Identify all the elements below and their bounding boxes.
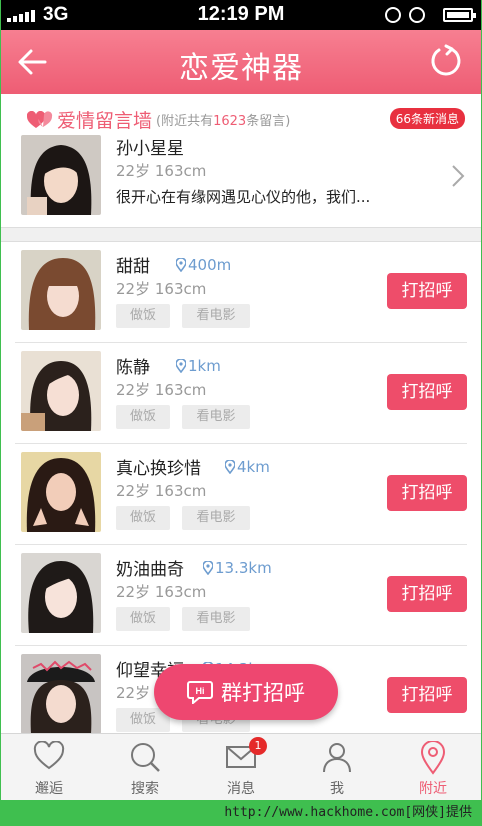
- message-count-badge: 1: [249, 737, 267, 755]
- avatar[interactable]: [21, 135, 101, 215]
- tab-me[interactable]: 我: [289, 734, 385, 800]
- list-item[interactable]: 奶油曲奇 13.3km 22岁 163cm 做饭 看电影 打招呼: [15, 545, 467, 646]
- heart-icon: [33, 741, 65, 770]
- distance: 4km: [225, 458, 270, 476]
- list-item[interactable]: 甜甜 400m 22岁 163cm 做饭 看电影 打招呼: [15, 242, 467, 343]
- new-messages-badge[interactable]: 66条新消息: [389, 108, 465, 129]
- message-count: 1623: [213, 114, 247, 129]
- avatar[interactable]: [21, 452, 101, 532]
- avatar[interactable]: [21, 250, 101, 330]
- interest-tag: 做饭: [116, 506, 170, 530]
- rotation-lock-icon: [409, 7, 425, 23]
- tab-label: 我: [330, 781, 344, 797]
- list-item[interactable]: 陈静 1km 22岁 163cm 做饭 看电影 打招呼: [15, 343, 467, 444]
- wall-user-meta: 22岁 163cm: [116, 162, 207, 180]
- person-icon: [323, 743, 351, 773]
- refresh-icon[interactable]: [429, 44, 463, 78]
- status-bar: 3G 12:19 PM: [1, 0, 481, 30]
- location-icon: [420, 741, 446, 775]
- avatar[interactable]: [21, 553, 101, 633]
- message-wall-note: (附近共有1623条留言): [156, 114, 291, 129]
- tab-label: 搜索: [131, 781, 159, 797]
- double-heart-icon: [27, 110, 53, 128]
- section-divider: [1, 228, 481, 242]
- chat-bubble-text: Hi: [196, 686, 205, 696]
- search-icon: [131, 743, 160, 772]
- battery-icon: [443, 8, 476, 22]
- location-pin-icon: [176, 359, 186, 373]
- greet-button[interactable]: 打招呼: [387, 273, 467, 309]
- interest-tag: 做饭: [116, 607, 170, 631]
- wall-user-name: 孙小星星: [116, 139, 184, 159]
- tab-messages[interactable]: 消息: [193, 734, 289, 800]
- greet-button[interactable]: 打招呼: [387, 677, 467, 713]
- list-item[interactable]: 真心换珍惜 4km 22岁 163cm 做饭 看电影 打招呼: [15, 444, 467, 545]
- tab-label: 邂逅: [35, 781, 63, 797]
- interest-tag: 看电影: [182, 405, 250, 429]
- tab-label: 附近: [419, 781, 447, 797]
- distance: 13.3km: [203, 559, 272, 577]
- person-name: 奶油曲奇: [116, 560, 184, 580]
- interest-tag: 看电影: [182, 304, 250, 328]
- app-screen: 3G 12:19 PM 恋爱神器 爱情留言墙 (附近共有1623条留言) 66条…: [1, 0, 481, 800]
- tab-search[interactable]: 搜索: [97, 734, 193, 800]
- message-wall-title: 爱情留言墙: [57, 110, 153, 132]
- tab-encounter[interactable]: 邂逅: [1, 734, 97, 800]
- group-greet-label: 群打招呼: [221, 681, 305, 705]
- group-greet-button[interactable]: Hi 群打招呼: [154, 664, 338, 720]
- person-meta: 22岁 163cm: [116, 482, 207, 500]
- interest-tag: 做饭: [116, 405, 170, 429]
- chevron-right-icon[interactable]: [451, 164, 465, 188]
- message-wall[interactable]: 爱情留言墙 (附近共有1623条留言) 66条新消息 孙小星星 22岁 163c…: [1, 94, 481, 228]
- avatar[interactable]: [21, 351, 101, 431]
- person-name: 甜甜: [116, 257, 150, 277]
- tab-label: 消息: [227, 781, 255, 797]
- person-meta: 22岁 163cm: [116, 381, 207, 399]
- watermark: http://www.hackhome.com[网侠]提供: [0, 800, 482, 826]
- location-pin-icon: [176, 258, 186, 272]
- chat-bubble-icon: Hi: [187, 681, 213, 704]
- person-name: 陈静: [116, 358, 150, 378]
- interest-tag: 做饭: [116, 304, 170, 328]
- greet-button[interactable]: 打招呼: [387, 576, 467, 612]
- distance: 400m: [176, 256, 231, 274]
- wall-user-message: 很开心在有缘网遇见心仪的他，我们...: [116, 188, 371, 206]
- interest-tag: 看电影: [182, 607, 250, 631]
- avatar[interactable]: [21, 654, 101, 734]
- title-bar: 恋爱神器: [1, 30, 481, 94]
- location-pin-icon: [225, 460, 235, 474]
- greet-button[interactable]: 打招呼: [387, 475, 467, 511]
- person-meta: 22岁 163cm: [116, 280, 207, 298]
- interest-tag: 看电影: [182, 506, 250, 530]
- message-wall-header: 爱情留言墙 (附近共有1623条留言): [27, 106, 290, 133]
- tab-bar: 邂逅 搜索 消息 我 附近: [1, 733, 481, 800]
- greet-button[interactable]: 打招呼: [387, 374, 467, 410]
- person-meta: 22岁 163cm: [116, 583, 207, 601]
- person-name: 真心换珍惜: [116, 459, 201, 479]
- page-title: 恋爱神器: [179, 51, 303, 86]
- alarm-icon: [385, 7, 401, 23]
- location-pin-icon: [203, 561, 213, 575]
- distance: 1km: [176, 357, 221, 375]
- tab-nearby[interactable]: 附近: [385, 734, 481, 800]
